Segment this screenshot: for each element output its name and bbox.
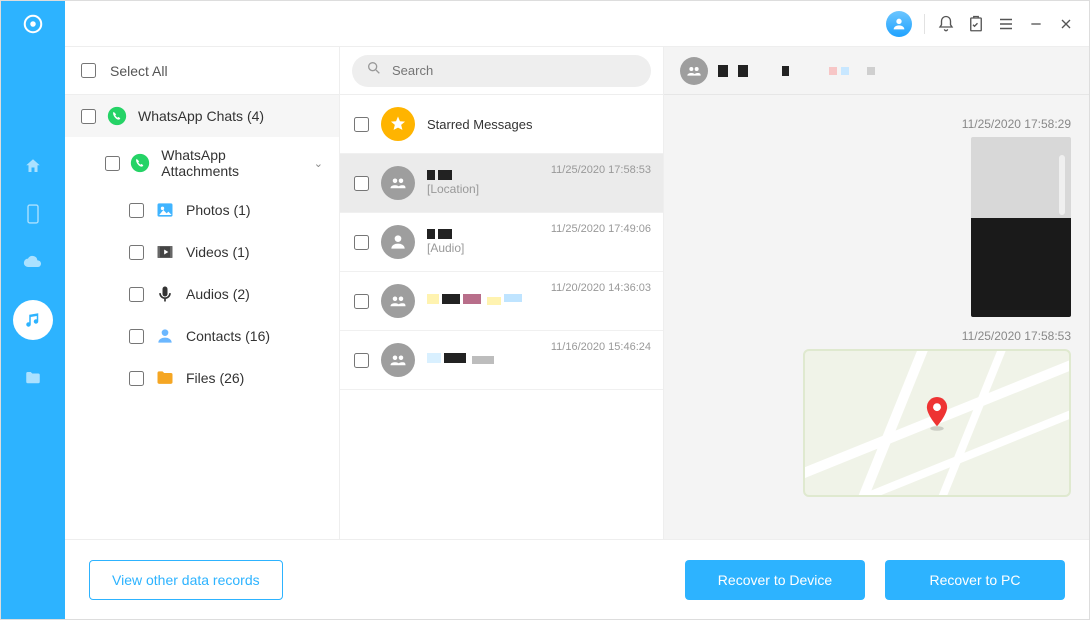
checkbox[interactable] [129, 329, 144, 344]
close-icon[interactable] [1057, 15, 1075, 33]
sidebar-item-label: Contacts (16) [186, 328, 270, 344]
checkbox[interactable] [105, 156, 120, 171]
search-input-wrapper[interactable] [352, 55, 651, 87]
conversation-body[interactable]: 11/25/2020 17:58:29 11/25/2020 17:58:53 [664, 95, 1089, 539]
chat-subtitle: [Audio] [427, 241, 649, 255]
audios-icon [154, 283, 176, 305]
checkbox[interactable] [354, 353, 369, 368]
whatsapp-icon [130, 152, 152, 174]
sidebar-item-label: Photos (1) [186, 202, 251, 218]
clipboard-icon[interactable] [967, 15, 985, 33]
nav-phone-icon[interactable] [23, 204, 43, 224]
sidebar-item-files[interactable]: Files (26) [65, 357, 339, 399]
checkbox[interactable] [81, 109, 96, 124]
sidebar-item-audios[interactable]: Audios (2) [65, 273, 339, 315]
chat-title [427, 294, 649, 309]
chat-timestamp: 11/25/2020 17:49:06 [551, 223, 651, 235]
nav-music-icon[interactable] [13, 300, 53, 340]
chevron-down-icon: ⌄ [314, 157, 323, 170]
chat-timestamp: 11/25/2020 17:58:53 [551, 164, 651, 176]
group-avatar-icon [680, 57, 708, 85]
sidebar-item-label: WhatsApp Attachments [161, 147, 304, 179]
chat-list-panel: Starred Messages [Location] 11/25/2020 17… [340, 47, 664, 539]
sidebar-item-whatsapp-attachments[interactable]: WhatsApp Attachments ⌄ [65, 137, 339, 189]
select-all-checkbox[interactable] [81, 63, 96, 78]
whatsapp-icon [106, 105, 128, 127]
sidebar-item-label: Files (26) [186, 370, 244, 386]
chat-timestamp: 11/16/2020 15:46:24 [551, 341, 651, 353]
user-avatar-icon[interactable] [886, 11, 912, 37]
checkbox[interactable] [129, 287, 144, 302]
sidebar-item-label: WhatsApp Chats (4) [138, 108, 264, 124]
minimize-icon[interactable] [1027, 15, 1045, 33]
photos-icon [154, 199, 176, 221]
chat-item-starred[interactable]: Starred Messages [340, 95, 663, 154]
group-avatar-icon [381, 284, 415, 318]
menu-icon[interactable] [997, 15, 1015, 33]
sidebar-item-videos[interactable]: Videos (1) [65, 231, 339, 273]
chat-subtitle: [Location] [427, 182, 649, 196]
bell-icon[interactable] [937, 15, 955, 33]
message-map[interactable] [803, 349, 1071, 497]
chat-item[interactable]: [Location] 11/25/2020 17:58:53 [340, 154, 663, 213]
conversation-header [664, 47, 1089, 95]
group-avatar-icon [381, 225, 415, 259]
recover-to-device-button[interactable]: Recover to Device [685, 560, 865, 600]
sidebar-item-contacts[interactable]: Contacts (16) [65, 315, 339, 357]
search-input[interactable] [392, 63, 637, 78]
map-pin-icon [923, 397, 951, 438]
sidebar-item-whatsapp-chats[interactable]: WhatsApp Chats (4) [65, 95, 339, 137]
files-icon [154, 367, 176, 389]
sidebar-item-photos[interactable]: Photos (1) [65, 189, 339, 231]
message-timestamp: 11/25/2020 17:58:53 [962, 329, 1071, 343]
chat-item[interactable]: [Audio] 11/25/2020 17:49:06 [340, 213, 663, 272]
sidebar-item-label: Videos (1) [186, 244, 250, 260]
videos-icon [154, 241, 176, 263]
left-navbar [1, 1, 65, 619]
titlebar [65, 1, 1089, 47]
checkbox[interactable] [354, 117, 369, 132]
app-logo-icon [22, 13, 44, 40]
checkbox[interactable] [129, 203, 144, 218]
select-all-label: Select All [110, 63, 168, 79]
conversation-panel: 11/25/2020 17:58:29 11/25/2020 17:58:53 [664, 47, 1089, 539]
message-photo[interactable] [971, 137, 1071, 317]
checkbox[interactable] [354, 176, 369, 191]
recover-to-pc-button[interactable]: Recover to PC [885, 560, 1065, 600]
checkbox[interactable] [354, 294, 369, 309]
checkbox[interactable] [354, 235, 369, 250]
sidebar-item-label: Audios (2) [186, 286, 250, 302]
nav-cloud-icon[interactable] [23, 252, 43, 272]
message-timestamp: 11/25/2020 17:58:29 [962, 117, 1071, 131]
chat-timestamp: 11/20/2020 14:36:03 [551, 282, 651, 294]
checkbox[interactable] [129, 245, 144, 260]
search-icon [366, 60, 382, 81]
chat-item[interactable]: 11/16/2020 15:46:24 [340, 331, 663, 390]
person-avatar-icon [381, 343, 415, 377]
chat-title: Starred Messages [427, 117, 649, 132]
checkbox[interactable] [129, 371, 144, 386]
star-icon [381, 107, 415, 141]
group-avatar-icon [381, 166, 415, 200]
chat-title [427, 353, 649, 368]
footer: View other data records Recover to Devic… [65, 539, 1089, 619]
nav-home-icon[interactable] [23, 156, 43, 176]
contacts-icon [154, 325, 176, 347]
category-panel: Select All WhatsApp Chats (4) WhatsApp A… [65, 47, 340, 539]
select-all-row[interactable]: Select All [65, 47, 339, 95]
view-other-records-button[interactable]: View other data records [89, 560, 283, 600]
chat-item[interactable]: 11/20/2020 14:36:03 [340, 272, 663, 331]
nav-folder-icon[interactable] [23, 368, 43, 388]
